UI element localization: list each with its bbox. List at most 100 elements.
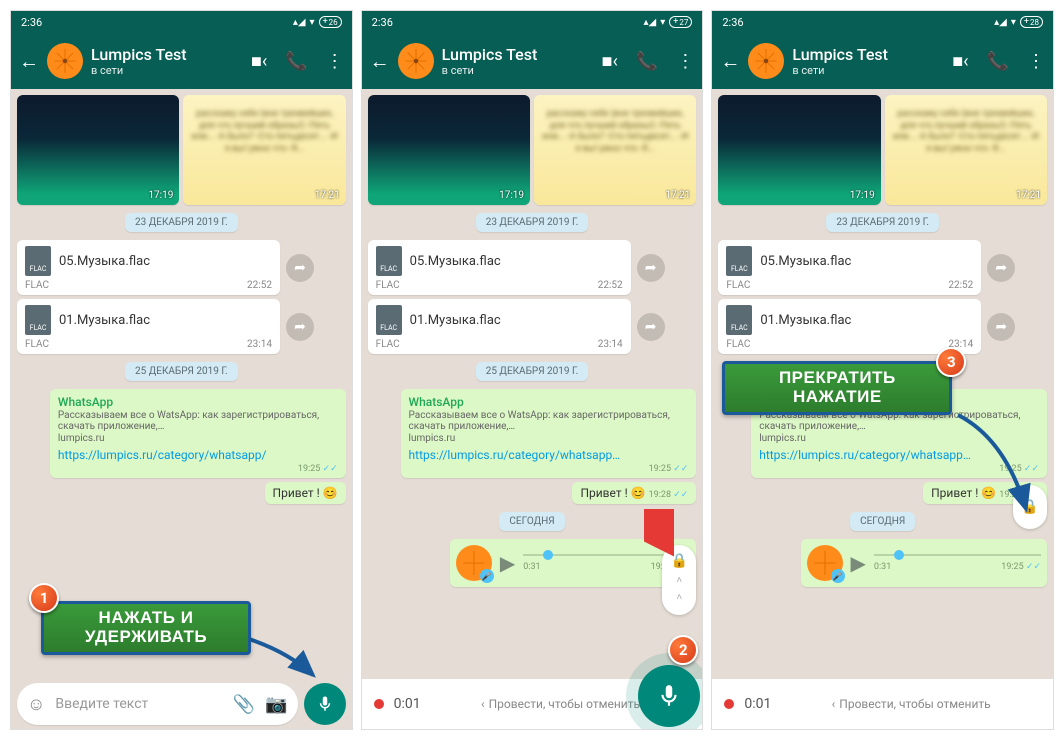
text-message[interactable]: Привет ! 😊 19:28 ✓✓ [572, 482, 696, 504]
mic-button-active[interactable] [638, 665, 700, 727]
file-icon: FLAC [25, 305, 51, 335]
avatar[interactable] [398, 43, 434, 79]
recording-time: 0:01 [744, 696, 771, 712]
emoji-icon[interactable]: ☺ [27, 694, 45, 715]
back-icon[interactable]: ← [720, 49, 740, 74]
playhead[interactable] [543, 550, 553, 560]
menu-icon[interactable]: ⋮ [326, 51, 344, 72]
play-icon[interactable]: ▶ [500, 551, 515, 575]
voice-call-icon[interactable]: 📞 [636, 51, 658, 72]
play-icon[interactable]: ▶ [851, 551, 866, 575]
forward-icon[interactable]: ➦ [987, 313, 1015, 341]
file-message[interactable]: FLAC01.Музыка.flacFLAC23:14➦ [368, 299, 631, 354]
mic-button[interactable] [304, 683, 346, 725]
text-message[interactable]: Привет ! 😊 [265, 482, 346, 504]
input-placeholder: Введите текст [55, 696, 222, 712]
attach-icon[interactable]: 📎 [233, 694, 255, 715]
recording-indicator-icon [374, 699, 384, 709]
wifi-icon: ▾ [660, 17, 665, 28]
contact-info[interactable]: Lumpics Test в сети [792, 45, 944, 77]
date-separator: 25 ДЕКАБРЯ 2019 Г. [125, 362, 238, 381]
image-message[interactable]: 17:19 [17, 95, 179, 205]
voice-call-icon[interactable]: 📞 [285, 51, 307, 72]
avatar[interactable] [47, 43, 83, 79]
chevron-up-icon: ˄ [676, 592, 682, 603]
status-bar: 2:36 ▴◢ ▾ +26 [11, 11, 352, 33]
voice-message[interactable]: 🎤 ▶ 0:3119:25 ✓✓ [450, 539, 697, 587]
video-call-icon[interactable]: ■‹ [602, 51, 618, 72]
video-call-icon[interactable]: ■‹ [251, 51, 267, 72]
menu-icon[interactable]: ⋮ [1027, 51, 1045, 72]
step-badge-1: 1 [29, 583, 59, 613]
forward-icon[interactable]: ➦ [637, 313, 665, 341]
battery-indicator: +27 [669, 16, 692, 28]
image-message[interactable]: расскажу себе (вне трезвейших, для что л… [885, 95, 1047, 205]
file-message[interactable]: FLAC01.Музыка.flacFLAC23:14➦ [718, 299, 981, 354]
status-bar: 2:36 ▴◢ ▾ +27 [362, 11, 703, 33]
battery-indicator: +28 [1020, 16, 1043, 28]
date-separator: 23 ДЕКАБРЯ 2019 Г. [476, 213, 589, 232]
playhead[interactable] [894, 550, 904, 560]
input-bar: ☺ Введите текст 📎 📷 [11, 679, 352, 729]
chevron-up-icon: ˄ [676, 575, 682, 586]
contact-name: Lumpics Test [91, 45, 243, 64]
chat-header: ← Lumpics Test в сети ■‹ 📞 ⋮ [362, 33, 703, 89]
status-time: 2:36 [722, 16, 743, 29]
lock-indicator[interactable]: 🔒 [1013, 485, 1047, 529]
signal-icon: ▴◢ [994, 17, 1007, 28]
status-bar: 2:36 ▴◢ ▾ +28 [712, 11, 1053, 33]
menu-icon[interactable]: ⋮ [676, 51, 694, 72]
back-icon[interactable]: ← [19, 49, 39, 74]
file-message[interactable]: FLAC05.Музыка.flacFLAC22:52➦ [718, 240, 981, 295]
status-time: 2:36 [372, 16, 393, 29]
callout-release: ПРЕКРАТИТЬ НАЖАТИЕ [722, 361, 952, 415]
forward-icon[interactable]: ➦ [637, 254, 665, 282]
contact-info[interactable]: Lumpics Test в сети [91, 45, 243, 77]
forward-icon[interactable]: ➦ [286, 254, 314, 282]
chat-header: ← Lumpics Test в сети ■‹ 📞 ⋮ [11, 33, 352, 89]
message-input[interactable]: ☺ Введите текст 📎 📷 [17, 683, 298, 725]
image-message[interactable]: расскажу себе (вне трезвейших, для что л… [534, 95, 696, 205]
phone-screenshot-3: 2:36 ▴◢ ▾ +28 ← Lumpics Test в сети ■‹ 📞 ⋮ 1… [711, 10, 1054, 730]
lock-slide-indicator: 🔒 ˄ ˄ [662, 545, 696, 615]
voice-avatar: 🎤 [807, 545, 843, 581]
voice-call-icon[interactable]: 📞 [987, 51, 1009, 72]
slide-to-cancel[interactable]: ‹Провести, чтобы отменить [781, 697, 1041, 711]
image-message[interactable]: 17:19 [718, 95, 880, 205]
camera-icon[interactable]: 📷 [265, 694, 287, 715]
avatar[interactable] [748, 43, 784, 79]
wifi-icon: ▾ [1011, 17, 1016, 28]
recording-time: 0:01 [394, 696, 421, 712]
lock-icon: 🔒 [1021, 499, 1038, 515]
contact-info[interactable]: Lumpics Test в сети [442, 45, 594, 77]
mic-badge-icon: 🎤 [480, 569, 494, 583]
lock-icon: 🔒 [671, 553, 688, 569]
signal-icon: ▴◢ [643, 17, 656, 28]
image-message[interactable]: расскажу себе (вне трезвейших, для что л… [183, 95, 345, 205]
video-call-icon[interactable]: ■‹ [952, 51, 968, 72]
file-message[interactable]: FLAC01.Музыка.flac FLAC23:14 ➦ [17, 299, 280, 354]
file-message[interactable]: FLAC05.Музыка.flac FLAC22:52 ➦ [17, 240, 280, 295]
link-message[interactable]: WhatsApp Рассказываем все о WatsApp: как… [401, 389, 697, 478]
recording-bar: 0:01 ‹Провести, чтобы отменить [712, 679, 1053, 729]
read-ticks-icon: ✓✓ [323, 464, 338, 474]
file-message[interactable]: FLAC05.Музыка.flacFLAC22:52➦ [368, 240, 631, 295]
forward-icon[interactable]: ➦ [987, 254, 1015, 282]
date-separator: 23 ДЕКАБРЯ 2019 Г. [826, 213, 939, 232]
callout-press-hold: НАЖАТЬ И УДЕРЖИВАТЬ [41, 601, 251, 655]
read-ticks-icon: ✓✓ [673, 464, 688, 474]
recording-indicator-icon [724, 699, 734, 709]
status-time: 2:36 [21, 16, 42, 29]
mic-badge-icon: 🎤 [831, 569, 845, 583]
forward-icon[interactable]: ➦ [286, 313, 314, 341]
image-message[interactable]: 17:19 [368, 95, 530, 205]
wifi-icon: ▾ [310, 17, 315, 28]
chat-area[interactable]: 17:19 расскажу себе (вне трезвейших, для… [11, 89, 352, 679]
voice-avatar: 🎤 [456, 545, 492, 581]
chat-area[interactable]: 17:19 расскажу себе (вне трезвейших, для… [362, 89, 703, 679]
tutorial-canvas: 2:36 ▴◢ ▾ +26 ← Lumpics Test в сети ■‹ 📞… [0, 0, 1064, 740]
link-message[interactable]: WhatsApp Рассказываем все о WatsApp: как… [50, 389, 346, 478]
back-icon[interactable]: ← [370, 49, 390, 74]
date-separator: 23 ДЕКАБРЯ 2019 Г. [125, 213, 238, 232]
voice-message[interactable]: 🎤 ▶ 0:3119:25 ✓✓ [801, 539, 1048, 587]
